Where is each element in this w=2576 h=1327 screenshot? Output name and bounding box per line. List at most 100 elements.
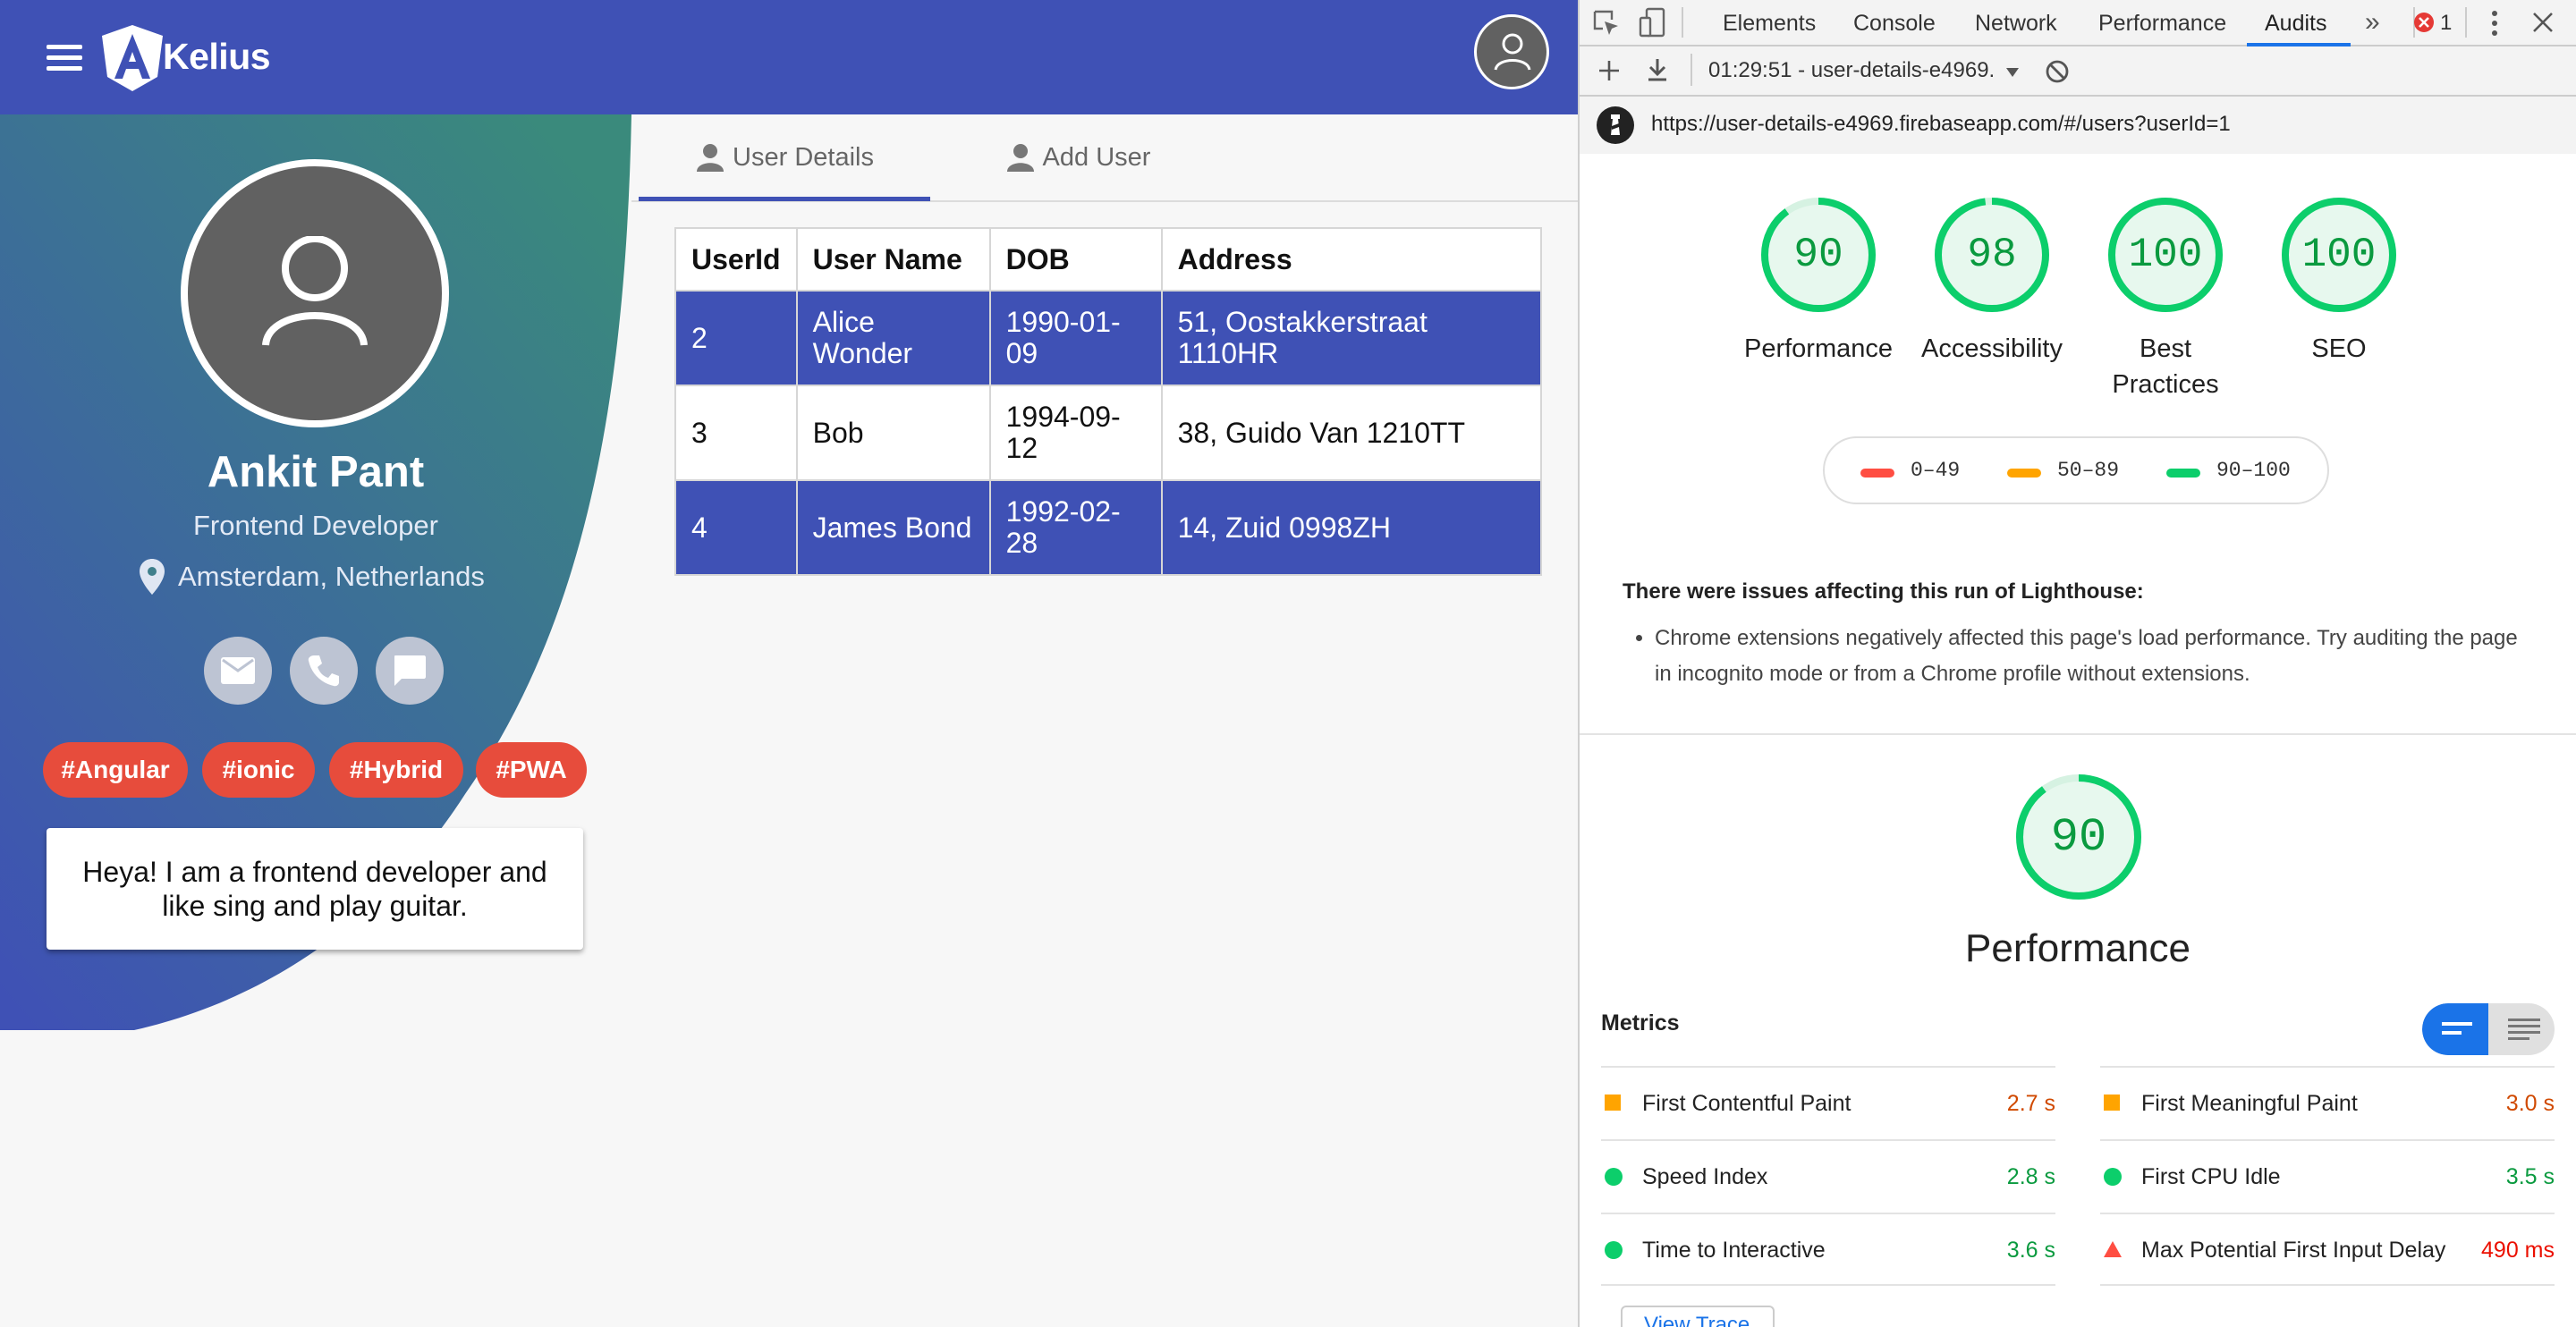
more-options-icon[interactable] <box>2490 9 2499 38</box>
metrics-view-toggle[interactable] <box>2422 1003 2555 1055</box>
devtools-tab-network[interactable]: Network <box>1975 11 2057 37</box>
tag-pwa[interactable]: #PWA <box>476 742 587 798</box>
devtools-tab-performance[interactable]: Performance <box>2098 11 2226 37</box>
app-toolbar: Kelius <box>0 0 1578 114</box>
lighthouse-icon <box>1597 106 1634 144</box>
warning-list: Chrome extensions negatively affected th… <box>1633 621 2528 692</box>
tag-hybrid[interactable]: #Hybrid <box>329 742 463 798</box>
view-trace-button[interactable]: View Trace <box>1621 1306 1775 1327</box>
column-header[interactable]: UserId <box>674 227 798 292</box>
fail-triangle-icon <box>2104 1241 2122 1257</box>
metric-name: First CPU Idle <box>2141 1164 2281 1189</box>
section-divider <box>1580 733 2576 735</box>
user-table: UserId User Name DOB Address 2 Alice Won… <box>674 227 1542 576</box>
profile-bio: Heya! I am a frontend developer and like… <box>47 828 583 950</box>
legend-fail-swatch <box>1860 469 1894 478</box>
table-row[interactable]: 4 James Bond 1992-02-28 14, Zuid 0998ZH <box>674 479 1542 576</box>
table-row[interactable]: 2 Alice Wonder 1990-01-09 51, Oostakkers… <box>674 290 1542 386</box>
expanded-view-icon[interactable] <box>2508 1018 2540 1041</box>
cell-address: 38, Guido Van 1210TT <box>1160 385 1542 481</box>
audited-url[interactable]: https://user-details-e4969.firebaseapp.c… <box>1651 112 2231 137</box>
tab-add-user[interactable]: Add User <box>930 114 1225 200</box>
location-pin-icon <box>140 559 165 595</box>
tag-angular[interactable]: #Angular <box>43 742 188 798</box>
cell-dob: 1990-01-09 <box>988 290 1163 386</box>
error-icon[interactable] <box>2413 12 2435 33</box>
column-header[interactable]: Address <box>1160 227 1542 292</box>
score-label: Accessibility <box>1921 334 2063 363</box>
score-gauge-best-practices[interactable]: 100 <box>2106 195 2225 315</box>
metric-name: Speed Index <box>1642 1164 1768 1189</box>
tab-bar: User Details Add User <box>631 114 1578 202</box>
devtools-tab-elements[interactable]: Elements <box>1723 11 1816 37</box>
score-gauge-accessibility[interactable]: 98 <box>1932 195 2052 315</box>
device-toolbar-icon[interactable] <box>1639 7 1665 38</box>
email-button[interactable] <box>204 637 272 705</box>
devtools-tab-console[interactable]: Console <box>1853 11 1936 37</box>
score-value: 100 <box>2301 232 2377 278</box>
toggle-compact-option[interactable] <box>2422 1003 2488 1055</box>
profile-avatar <box>181 159 449 427</box>
toolbar-separator <box>2465 7 2467 38</box>
report-select-value: 01:29:51 - user-details-e4969. <box>1708 58 1996 82</box>
menu-icon[interactable] <box>47 45 82 72</box>
cell-dob: 1992-02-28 <box>988 479 1163 576</box>
metric-value: 3.6 s <box>2006 1238 2055 1263</box>
account-avatar-button[interactable] <box>1474 14 1549 89</box>
angular-logo <box>100 23 165 97</box>
score-gauge-seo[interactable]: 100 <box>2279 195 2399 315</box>
devtools-tabbar: Elements Console Network Performance Aud… <box>1580 0 2576 46</box>
metric-speed-index: Speed Index 2.8 s <box>1601 1139 2055 1213</box>
devtools-tab-audits[interactable]: Audits <box>2265 11 2326 37</box>
metric-value: 2.8 s <box>2006 1164 2055 1189</box>
legend-average-swatch <box>2007 469 2041 478</box>
warning-item: Chrome extensions negatively affected th… <box>1655 621 2528 692</box>
error-count[interactable]: 1 <box>2440 11 2452 36</box>
table-header-row: UserId User Name DOB Address <box>674 227 1542 292</box>
pass-circle-icon <box>1605 1168 1623 1186</box>
legend-pass-range: 90–100 <box>2216 459 2291 482</box>
table-row[interactable]: 3 Bob 1994-09-12 38, Guido Van 1210TT <box>674 385 1542 481</box>
person-icon <box>1006 144 1034 172</box>
column-header[interactable]: User Name <box>795 227 991 292</box>
audited-url-bar: https://user-details-e4969.firebaseapp.c… <box>1580 97 2576 154</box>
add-icon[interactable] <box>1597 59 1621 82</box>
brand-name: Kelius <box>163 36 271 77</box>
cell-address: 14, Zuid 0998ZH <box>1160 479 1542 576</box>
tag-ionic[interactable]: #ionic <box>202 742 315 798</box>
close-icon[interactable] <box>2531 11 2555 34</box>
phone-button[interactable] <box>290 637 358 705</box>
more-tabs-button[interactable]: » <box>2365 7 2380 38</box>
metric-name: Max Potential First Input Delay <box>2141 1238 2446 1263</box>
column-header[interactable]: DOB <box>988 227 1163 292</box>
person-icon <box>697 144 724 172</box>
performance-score: 90 <box>2050 810 2107 864</box>
profile-role: Frontend Developer <box>193 510 438 541</box>
email-icon <box>221 657 255 684</box>
pass-circle-icon <box>2104 1168 2122 1186</box>
metric-value: 3.0 s <box>2505 1091 2555 1116</box>
profile-name: Ankit Pant <box>207 448 425 496</box>
chat-button[interactable] <box>376 637 444 705</box>
download-icon[interactable] <box>1646 57 1669 82</box>
toolbar-separator <box>1690 54 1692 86</box>
clear-icon[interactable] <box>2045 59 2070 84</box>
devtools-panel: Elements Console Network Performance Aud… <box>1580 0 2576 1327</box>
active-tab-indicator <box>639 197 930 201</box>
metric-max-potential-fid: Max Potential First Input Delay 490 ms <box>2100 1213 2555 1286</box>
person-icon <box>1494 33 1531 71</box>
cell-dob: 1994-09-12 <box>988 385 1163 481</box>
pass-circle-icon <box>1605 1241 1623 1259</box>
toolbar-separator <box>1682 7 1683 38</box>
score-gauge-performance[interactable]: 90 <box>1758 195 1878 315</box>
report-select[interactable]: 01:29:51 - user-details-e4969. <box>1708 58 2019 83</box>
cell-userid: 4 <box>674 479 798 576</box>
performance-title: Performance <box>1965 926 2190 970</box>
chat-icon <box>394 655 426 686</box>
tab-user-details[interactable]: User Details <box>639 114 930 200</box>
legend-average-range: 50–89 <box>2057 459 2120 482</box>
inspect-element-icon[interactable] <box>1592 9 1621 38</box>
score-label: SEO <box>2311 334 2367 363</box>
phone-icon <box>308 655 339 687</box>
metric-first-cpu-idle: First CPU Idle 3.5 s <box>2100 1139 2555 1213</box>
